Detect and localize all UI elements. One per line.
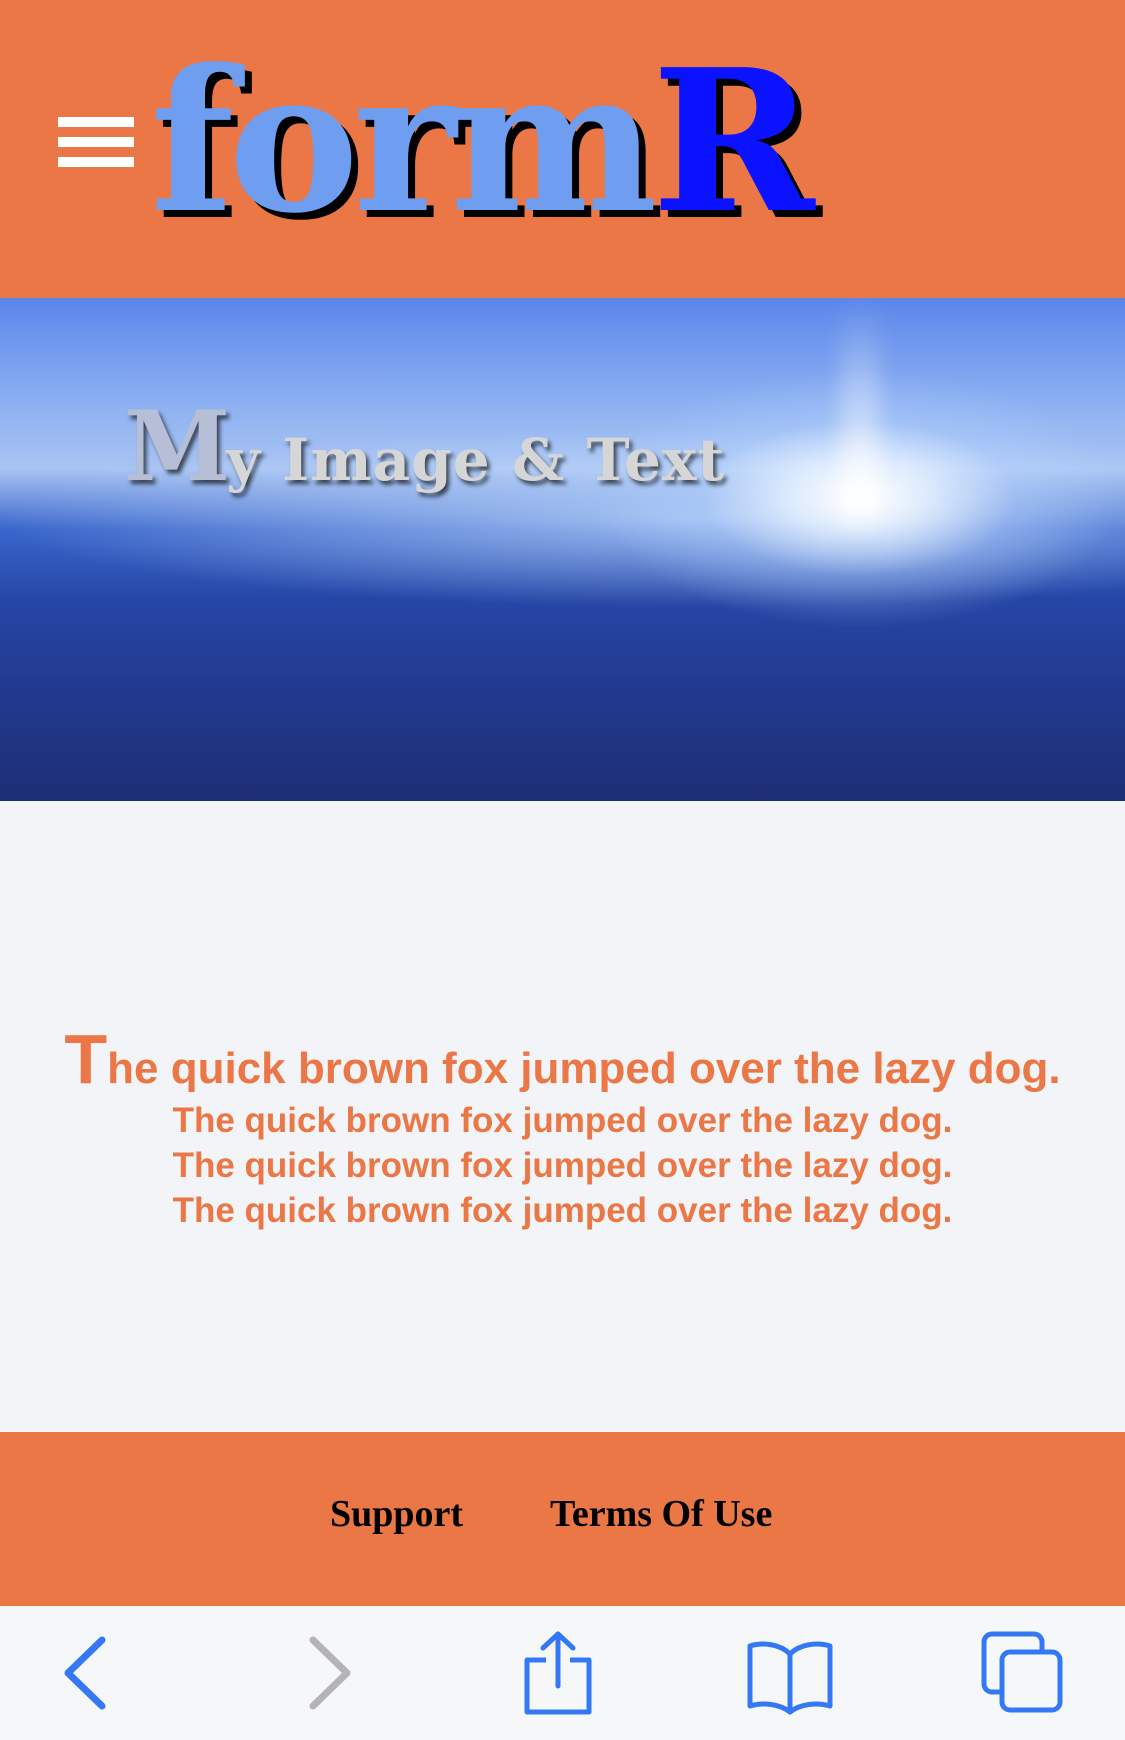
browser-toolbar [0,1606,1125,1740]
hamburger-menu-icon[interactable] [58,113,134,177]
site-header: formR [0,0,1125,298]
site-footer: Support Terms Of Use [0,1432,1125,1606]
share-icon[interactable] [513,1628,603,1718]
text-line: The quick brown fox jumped over the lazy… [172,1146,953,1185]
hero-banner: My Image & Text [0,298,1125,801]
drop-cap: T [64,1020,108,1098]
intro-line-text: he quick brown fox jumped over the lazy … [107,1044,1061,1093]
hero-title-cap: M [124,390,230,503]
main-content: The quick brown fox jumped over the lazy… [0,801,1125,1432]
logo-text-r: R [651,27,815,257]
bookmarks-icon[interactable] [745,1628,835,1718]
logo-text-form: form [150,27,658,257]
formr-logo[interactable]: formR [150,22,815,262]
back-icon[interactable] [40,1628,130,1718]
text-line: The quick brown fox jumped over the lazy… [172,1191,953,1230]
hero-title: My Image & Text [124,390,725,503]
terms-of-use-link[interactable]: Terms Of Use [550,1492,772,1536]
intro-line: The quick brown fox jumped over the lazy… [0,1019,1125,1099]
forward-icon[interactable] [285,1628,375,1718]
text-line: The quick brown fox jumped over the lazy… [172,1101,953,1140]
hero-title-rest: y Image & Text [226,426,726,494]
support-link[interactable]: Support [330,1492,463,1536]
tabs-icon[interactable] [980,1628,1070,1718]
sun-flare [840,298,880,518]
